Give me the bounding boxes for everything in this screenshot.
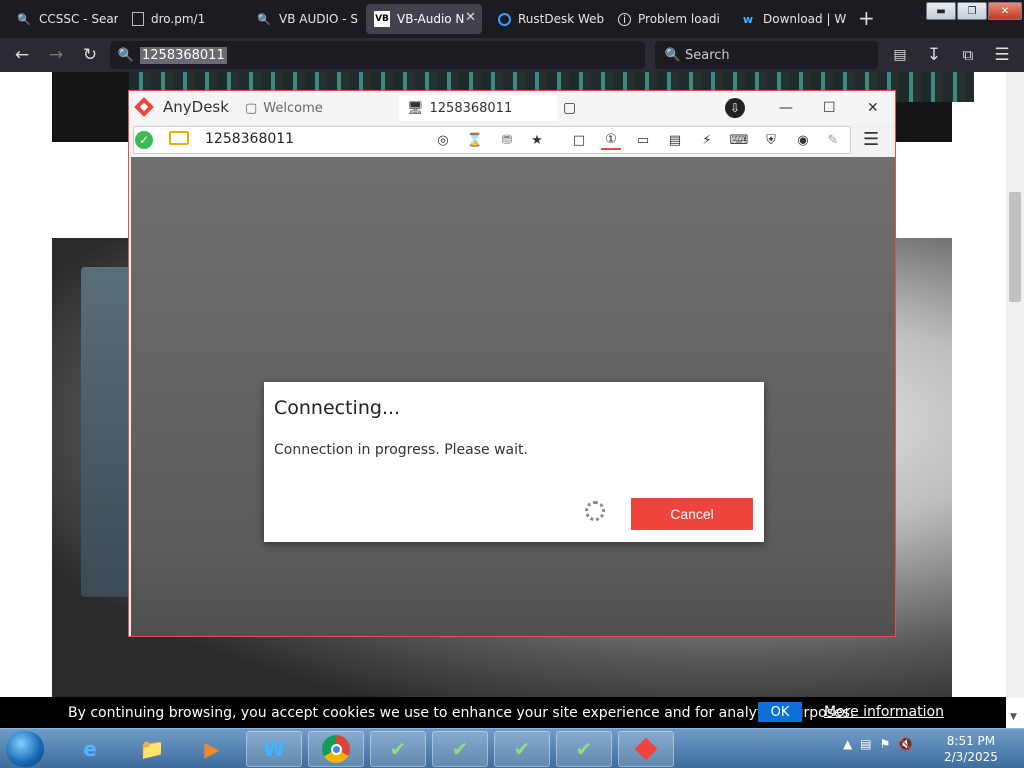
anydesk-minimize-button[interactable]: —: [779, 91, 793, 124]
dialog-title: Connecting...: [274, 397, 401, 419]
dialog-message: Connection in progress. Please wait.: [274, 442, 528, 458]
volume-muted-icon[interactable]: 🔇: [898, 737, 913, 751]
record-icon[interactable]: ◉: [793, 130, 813, 150]
anydesk-window: AnyDesk ▢ Welcome 🖥 1258368011 ▢ ⇩ — ☐ ✕ ✓…: [128, 90, 896, 637]
browser-tab-dro[interactable]: dro.pm/1: [124, 4, 240, 34]
search-input[interactable]: 🔍 Search: [655, 41, 878, 69]
page-scrollbar[interactable]: ▼: [1006, 72, 1024, 722]
anydesk-menu-icon[interactable]: ☰: [863, 129, 879, 150]
welcome-icon: ▢: [245, 100, 258, 116]
system-tray: ▲ ▤ ⚑ 🔇: [843, 737, 913, 751]
cookie-banner: By continuing browsing, you accept cooki…: [0, 697, 1006, 728]
anydesk-close-button[interactable]: ✕: [867, 91, 879, 124]
connecting-dialog: Connecting... Connection in progress. Pl…: [264, 382, 764, 542]
search-icon: 🔍: [257, 12, 271, 26]
remote-session-view[interactable]: Connecting... Connection in progress. Pl…: [131, 157, 895, 636]
download-icon[interactable]: ↧: [922, 44, 946, 66]
star-icon[interactable]: ★: [527, 130, 547, 150]
sidebar-icon[interactable]: ▤: [888, 44, 912, 66]
taskbar-clock[interactable]: 8:51 PM 2/3/2025: [944, 733, 998, 765]
extensions-icon[interactable]: ⧉: [956, 44, 980, 66]
network-icon[interactable]: ▤: [860, 737, 871, 751]
browser-tab-bar: 🔍CCSSC - Sear dro.pm/1 🔍VB AUDIO - Sea V…: [0, 0, 1024, 38]
cancel-button[interactable]: Cancel: [631, 498, 753, 530]
file-explorer-icon[interactable]: 📁: [124, 731, 180, 767]
close-tab-icon[interactable]: ✕: [465, 10, 476, 25]
hourglass-icon[interactable]: ⌛: [465, 130, 485, 150]
info-icon: i: [618, 12, 631, 26]
taskbar-anydesk-icon[interactable]: [618, 731, 674, 767]
loading-spinner-icon: [585, 501, 605, 521]
new-tab-icon[interactable]: +: [858, 8, 875, 28]
app-menu-icon[interactable]: ☰: [990, 44, 1014, 66]
browser-tab-download[interactable]: w Download | W: [732, 4, 848, 34]
minimize-window-button[interactable]: ▬: [926, 2, 956, 20]
flag-icon[interactable]: ⚑: [880, 737, 891, 751]
screen-icon[interactable]: ▭: [633, 130, 653, 150]
media-player-icon[interactable]: ▶: [184, 731, 240, 767]
browser-tab-rustdesk[interactable]: RustDesk Web: [490, 4, 606, 34]
address-bar[interactable]: 🔍 1258368011: [110, 41, 645, 69]
remote-monitor-icon[interactable]: [169, 131, 189, 145]
browser-tab-vb-audio-search[interactable]: 🔍VB AUDIO - Sea: [248, 4, 358, 34]
back-arrow-icon[interactable]: ←: [10, 44, 34, 66]
search-icon: 🔍: [17, 12, 31, 26]
taskbar-app-1-icon[interactable]: ✔: [370, 731, 426, 767]
anydesk-tab-welcome[interactable]: ▢ Welcome: [237, 95, 387, 121]
cookie-message: By continuing browsing, you accept cooki…: [68, 705, 855, 721]
more-information-link[interactable]: More information: [824, 704, 944, 720]
page-icon: [132, 12, 144, 26]
cookie-ok-button[interactable]: OK: [758, 702, 802, 722]
file-icon[interactable]: □: [569, 130, 589, 150]
w-logo-icon: w: [742, 12, 754, 26]
reload-icon[interactable]: ↻: [78, 44, 102, 66]
anydesk-address[interactable]: 1258368011: [205, 131, 294, 147]
search-icon: 🔍: [664, 47, 682, 63]
download-badge-icon[interactable]: ⇩: [725, 97, 745, 118]
vb-logo-icon: VB: [374, 11, 390, 27]
privacy-icon[interactable]: ◎: [433, 130, 453, 150]
browser-tab-vb-audio-active[interactable]: VB VB-Audio N ✕: [366, 4, 482, 34]
anydesk-logo: AnyDesk: [134, 97, 229, 117]
anydesk-title-bar: AnyDesk ▢ Welcome 🖥 1258368011 ▢ ⇩ — ☐ ✕: [129, 91, 895, 124]
whiteboard-pen-icon[interactable]: ✎: [823, 130, 843, 150]
start-button[interactable]: [6, 731, 44, 767]
monitor-icon: 🖥: [407, 100, 424, 116]
anydesk-logo-icon: [134, 97, 154, 117]
taskbar-app-4-icon[interactable]: ✔: [556, 731, 612, 767]
action-bolt-icon[interactable]: ⚡: [697, 130, 717, 150]
anydesk-maximize-button[interactable]: ☐: [823, 91, 836, 124]
windows-taskbar: e 📁 ▶ W ✔ ✔ ✔ ✔ ▲ ▤ ⚑ 🔇 8:51 PM 2/3/2025: [0, 728, 1024, 768]
taskbar-app-3-icon[interactable]: ✔: [494, 731, 550, 767]
scroll-down-icon[interactable]: ▼: [1010, 712, 1017, 722]
close-window-button[interactable]: ✕: [988, 2, 1022, 20]
connection-ok-icon: ✓: [135, 131, 153, 149]
new-tab-icon[interactable]: ▢: [563, 91, 576, 124]
database-icon[interactable]: ⛃: [497, 130, 517, 150]
taskbar-app-2-icon[interactable]: ✔: [432, 731, 488, 767]
permissions-shield-icon[interactable]: ⛨: [761, 130, 781, 150]
browser-nav-bar: ← → ↻ 🔍 1258368011 🔍 Search ▤ ↧ ⧉ ☰: [0, 38, 1024, 72]
display-one-icon[interactable]: ①: [601, 130, 621, 150]
anydesk-tab-session[interactable]: 🖥 1258368011: [399, 95, 557, 121]
taskbar-w-app-icon[interactable]: W: [246, 731, 302, 767]
chat-icon[interactable]: ▤: [665, 130, 685, 150]
search-icon: 🔍: [117, 47, 135, 63]
forward-arrow-icon[interactable]: →: [44, 44, 68, 66]
restore-window-button[interactable]: ❐: [957, 2, 987, 20]
browser-tab-ccssc[interactable]: 🔍 CCSSC - Sear: [8, 4, 118, 34]
address-text[interactable]: 1258368011: [140, 46, 227, 64]
keyboard-icon[interactable]: ⌨: [729, 130, 749, 150]
tray-expand-icon[interactable]: ▲: [843, 737, 852, 751]
chrome-icon[interactable]: [308, 731, 364, 767]
scrollbar-thumb[interactable]: [1009, 192, 1021, 302]
browser-tab-problem[interactable]: i Problem loadi: [610, 4, 726, 34]
rustdesk-icon: [498, 12, 511, 26]
internet-explorer-icon[interactable]: e: [62, 731, 118, 767]
